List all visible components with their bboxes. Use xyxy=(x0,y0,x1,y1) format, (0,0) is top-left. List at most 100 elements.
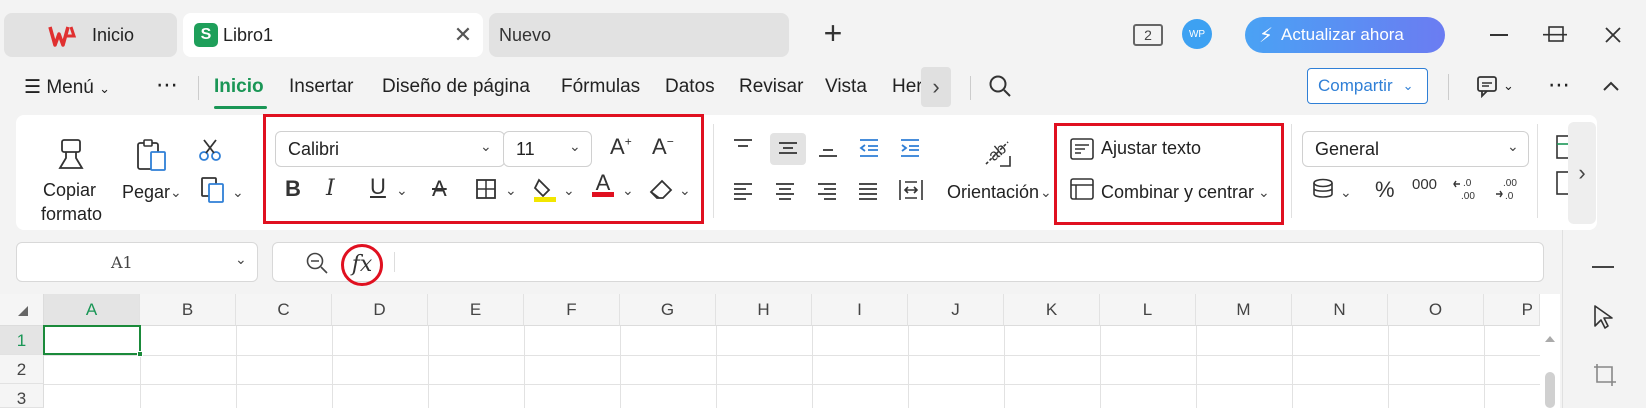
chevron-down-icon[interactable]: ⌄ xyxy=(563,182,575,199)
bold-icon[interactable]: B xyxy=(285,176,301,202)
chevron-down-icon[interactable]: ⌄ xyxy=(170,184,182,201)
paste-icon[interactable] xyxy=(136,138,168,172)
fill-handle[interactable] xyxy=(137,351,143,357)
ribbon-scroll-right-icon[interactable]: › xyxy=(1568,122,1596,224)
close-window-icon[interactable] xyxy=(1604,26,1622,44)
merge-center-label[interactable]: Combinar y centrar xyxy=(1101,182,1254,203)
upgrade-button[interactable]: ⚡ Actualizar ahora xyxy=(1245,17,1445,53)
close-tab-icon[interactable]: ✕ xyxy=(452,24,474,46)
tab-herramientas[interactable]: Her xyxy=(892,76,923,98)
underline-icon[interactable]: U xyxy=(370,174,386,200)
chevron-down-icon[interactable]: ⌄ xyxy=(679,182,691,199)
borders-icon[interactable] xyxy=(475,178,497,200)
copy-icon[interactable] xyxy=(200,176,226,204)
column-header-n[interactable]: N xyxy=(1292,294,1388,326)
orientation-icon[interactable]: ab xyxy=(980,136,1014,170)
strikethrough-icon[interactable]: A xyxy=(432,176,447,202)
select-area-icon[interactable] xyxy=(1592,362,1618,388)
increase-decimal-icon[interactable]: .0.00 xyxy=(1453,176,1479,202)
font-name-select[interactable]: Calibri xyxy=(275,131,505,167)
column-header-h[interactable]: H xyxy=(716,294,812,326)
zoom-formula-icon[interactable] xyxy=(306,252,328,274)
share-button[interactable]: Compartir ⌄ xyxy=(1307,68,1428,104)
currency-icon[interactable] xyxy=(1311,178,1335,200)
column-header-a[interactable]: A xyxy=(44,294,140,326)
name-box[interactable]: A1 ⌄ xyxy=(16,242,258,282)
tab-diseno-pagina[interactable]: Diseño de página xyxy=(382,76,530,98)
avatar[interactable]: WP xyxy=(1182,19,1212,49)
decrease-font-icon[interactable]: A− xyxy=(652,134,674,160)
chevron-down-icon[interactable]: ⌄ xyxy=(505,182,517,199)
column-header-o[interactable]: O xyxy=(1388,294,1484,326)
column-header-e[interactable]: E xyxy=(428,294,524,326)
more-options-icon[interactable]: ⋯ xyxy=(156,72,178,98)
percent-icon[interactable]: % xyxy=(1375,177,1395,203)
distributed-align-icon[interactable] xyxy=(898,178,924,202)
menu-button[interactable]: ☰ Menú ⌄ xyxy=(24,76,110,99)
fill-color-icon[interactable] xyxy=(533,176,557,202)
column-header-d[interactable]: D xyxy=(332,294,428,326)
wrap-text-label[interactable]: Ajustar texto xyxy=(1101,138,1201,159)
thousands-separator-icon[interactable]: 000 xyxy=(1412,176,1437,193)
align-right-icon[interactable] xyxy=(817,182,837,200)
vertical-scrollbar[interactable] xyxy=(1541,326,1559,408)
chevron-down-icon[interactable]: ⌄ xyxy=(1503,78,1514,94)
maximize-icon[interactable] xyxy=(1548,26,1564,42)
column-header-m[interactable]: M xyxy=(1196,294,1292,326)
row-header-3[interactable]: 3 xyxy=(0,384,44,408)
tab-new[interactable]: Nuevo xyxy=(489,13,789,57)
decrease-indent-icon[interactable] xyxy=(858,138,880,158)
orientation-label[interactable]: Orientación xyxy=(947,182,1039,203)
font-color-icon[interactable]: A xyxy=(592,170,614,197)
chevron-down-icon[interactable]: ⌄ xyxy=(1040,184,1052,201)
increase-indent-icon[interactable] xyxy=(899,138,921,158)
search-icon[interactable] xyxy=(988,74,1012,98)
decrease-decimal-icon[interactable]: .00.0 xyxy=(1495,176,1521,202)
eraser-icon[interactable] xyxy=(649,178,673,200)
column-header-k[interactable]: K xyxy=(1004,294,1100,326)
number-format-select[interactable]: General xyxy=(1302,131,1529,167)
column-header-g[interactable]: G xyxy=(620,294,716,326)
formula-input[interactable] xyxy=(395,244,1535,280)
chevron-down-icon[interactable]: ⌄ xyxy=(232,184,244,201)
italic-icon[interactable]: I xyxy=(326,176,335,201)
scissors-icon[interactable] xyxy=(198,138,222,162)
chevron-right-icon[interactable]: › xyxy=(921,67,951,107)
comment-icon[interactable] xyxy=(1476,74,1502,98)
more-options-icon[interactable]: ⋯ xyxy=(1548,72,1570,98)
column-header-l[interactable]: L xyxy=(1100,294,1196,326)
format-painter-icon[interactable] xyxy=(56,138,86,170)
copy-format-label-1[interactable]: Copiar xyxy=(43,180,96,201)
justify-icon[interactable] xyxy=(858,182,878,200)
chevron-down-icon[interactable]: ⌄ xyxy=(1340,184,1352,201)
align-top-icon[interactable] xyxy=(733,138,753,154)
tab-insertar[interactable]: Insertar xyxy=(289,76,353,98)
tab-vista[interactable]: Vista xyxy=(825,76,867,98)
column-header-b[interactable]: B xyxy=(140,294,236,326)
align-middle-icon[interactable] xyxy=(778,140,798,156)
pointer-icon[interactable] xyxy=(1592,304,1618,330)
tab-inicio[interactable]: Inicio xyxy=(214,76,264,98)
window-count-icon[interactable]: 2 xyxy=(1133,24,1163,46)
chevron-down-icon[interactable]: ⌄ xyxy=(396,182,408,199)
column-header-i[interactable]: I xyxy=(812,294,908,326)
new-tab-button[interactable]: + xyxy=(818,17,848,49)
tab-home[interactable]: Inicio xyxy=(4,13,177,57)
column-header-p[interactable]: P xyxy=(1484,294,1540,326)
column-header-f[interactable]: F xyxy=(524,294,620,326)
scroll-up-icon[interactable] xyxy=(1545,336,1555,342)
panel-minimize-icon[interactable] xyxy=(1592,266,1614,268)
copy-format-label-2[interactable]: formato xyxy=(41,204,102,225)
select-all-corner[interactable] xyxy=(0,294,44,326)
merge-center-icon[interactable] xyxy=(1070,178,1094,200)
collapse-ribbon-icon[interactable] xyxy=(1602,80,1620,92)
insert-function-button[interactable]: fx xyxy=(341,244,383,286)
row-header-1[interactable]: 1 xyxy=(0,326,44,355)
wrap-text-icon[interactable] xyxy=(1070,138,1094,160)
tab-libro1[interactable]: Libro1 xyxy=(183,13,483,57)
selected-cell-a1[interactable] xyxy=(43,325,141,355)
tab-datos[interactable]: Datos xyxy=(665,76,715,98)
increase-font-icon[interactable]: A+ xyxy=(610,134,632,160)
column-header-j[interactable]: J xyxy=(908,294,1004,326)
column-header-c[interactable]: C xyxy=(236,294,332,326)
